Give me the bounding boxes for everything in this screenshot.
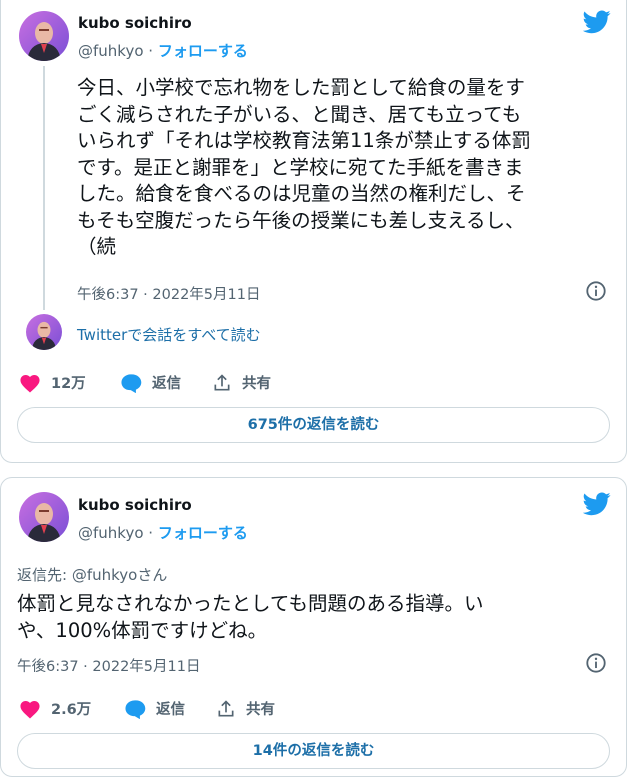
twitter-bird-icon[interactable]	[583, 10, 611, 34]
follow-button[interactable]: フォローする	[158, 524, 248, 542]
share-upload-icon	[218, 699, 234, 716]
like-count: 12万	[51, 376, 86, 392]
read-replies-button[interactable]: 14件の返信を読む	[17, 733, 610, 769]
author-name[interactable]: kubo soichiro	[78, 14, 192, 32]
tweet-timestamp[interactable]: 午後6:37 · 2022年5月11日	[17, 655, 200, 676]
author-name[interactable]: kubo soichiro	[78, 496, 192, 514]
like-button[interactable]: 12万	[19, 372, 86, 393]
thread-connector-line	[43, 66, 45, 310]
author-handle-line: @fuhkyo · フォローする	[78, 40, 248, 61]
replying-to[interactable]: 返信先: @fuhkyoさん	[17, 564, 167, 585]
avatar-image	[19, 11, 69, 61]
tweet-text-line: した。給食を食べるのは児童の当然の権利だし、そ	[77, 182, 526, 205]
avatar-small[interactable]	[26, 314, 62, 350]
share-button[interactable]: 共有	[216, 698, 275, 719]
follow-button[interactable]: フォローする	[158, 42, 248, 60]
avatar-image	[26, 314, 62, 350]
reply-label: 返信	[152, 376, 181, 392]
tweet-timestamp[interactable]: 午後6:37 · 2022年5月11日	[77, 283, 260, 304]
tweet-text: 今日、小学校で忘れ物をした罰として給食の量をす ごく減らされた子がいる、と聞き、…	[77, 75, 531, 261]
like-count: 2.6万	[51, 702, 92, 718]
author-handle[interactable]: @fuhkyo	[78, 42, 144, 60]
share-label: 共有	[242, 376, 271, 392]
info-icon[interactable]	[585, 652, 607, 674]
separator-dot: ·	[143, 524, 158, 542]
tweet-text: 体罰と見なされなかったとしても問題のある指導。い や、100%体罰ですけどね。	[17, 591, 483, 644]
tweet-text-line: （続	[77, 235, 117, 258]
share-button[interactable]: 共有	[212, 372, 271, 393]
twitter-bird-icon[interactable]	[583, 492, 611, 516]
read-conversation-link[interactable]: Twitterで会話をすべて読む	[77, 324, 261, 345]
reply-label: 返信	[156, 702, 185, 718]
tweet-text-line: もそも空腹だったら午後の授業にも差し支えるし、	[77, 208, 525, 232]
tweet-text-line: 今日、小学校で忘れ物をした罰として給食の量をす	[77, 76, 525, 99]
tweet-text-line: です。是正と謝罪を」と学校に宛てた手紙を書きま	[77, 155, 524, 179]
author-handle[interactable]: @fuhkyo	[78, 524, 144, 542]
separator-dot: ·	[143, 42, 158, 60]
avatar[interactable]	[19, 11, 69, 61]
tweet-text-line: いられず「それは学校教育法第11条が禁止する体罰	[77, 129, 531, 152]
author-handle-line: @fuhkyo · フォローする	[78, 522, 248, 543]
tweet-text-line: や、100%体罰ですけどね。	[17, 618, 268, 642]
heart-icon	[20, 700, 40, 719]
reply-bubble-icon	[121, 373, 142, 393]
share-upload-icon	[214, 373, 230, 390]
info-icon[interactable]	[585, 280, 607, 302]
reply-button[interactable]: 返信	[120, 372, 181, 393]
tweet-text-line: ごく減らされた子がいる、と聞き、居ても立っても	[77, 102, 522, 126]
reply-bubble-icon	[125, 699, 146, 719]
reply-button[interactable]: 返信	[124, 698, 185, 719]
tweet-text-line: 体罰と見なされなかったとしても問題のある指導。い	[17, 592, 484, 615]
share-label: 共有	[246, 702, 275, 718]
like-button[interactable]: 2.6万	[19, 698, 91, 719]
heart-icon	[20, 374, 40, 393]
avatar[interactable]	[19, 492, 69, 542]
avatar-image	[19, 492, 69, 542]
read-replies-button[interactable]: 675件の返信を読む	[17, 407, 610, 443]
